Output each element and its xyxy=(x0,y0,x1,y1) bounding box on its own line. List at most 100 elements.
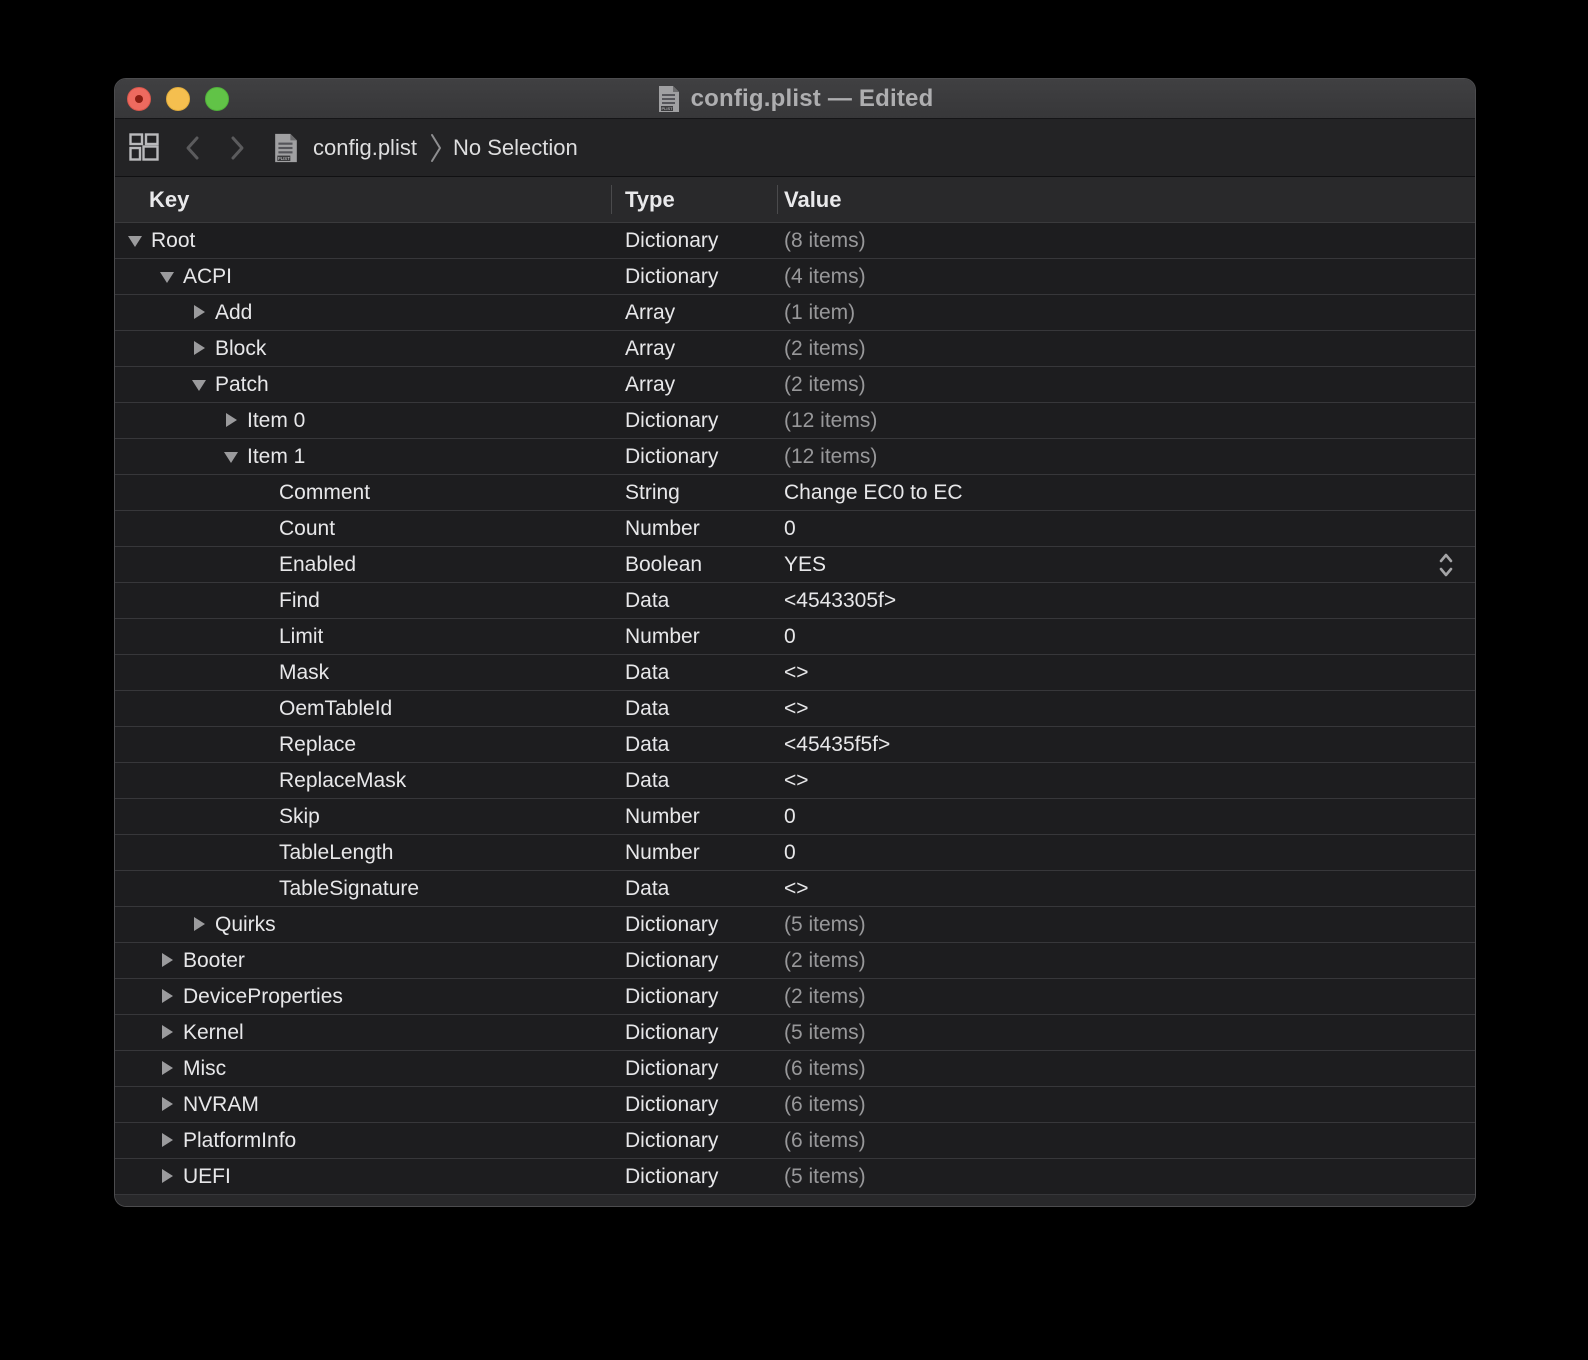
row-type-cell[interactable]: Data xyxy=(611,691,777,726)
row-value-cell[interactable]: (5 items) xyxy=(777,907,1475,942)
row-type-cell[interactable]: Dictionary xyxy=(611,259,777,294)
row-value-cell[interactable]: (4 items) xyxy=(777,259,1475,294)
disclosure-triangle-icon[interactable] xyxy=(160,1133,175,1148)
related-items-button[interactable] xyxy=(129,133,159,163)
table-row[interactable]: Skip Number 0 xyxy=(115,799,1475,835)
table-row[interactable]: Kernel Dictionary (5 items) xyxy=(115,1015,1475,1051)
row-value-cell[interactable]: (8 items) xyxy=(777,223,1475,258)
disclosure-triangle-icon[interactable] xyxy=(224,449,239,464)
table-row[interactable]: Block Array (2 items) xyxy=(115,331,1475,367)
row-type-cell[interactable]: String xyxy=(611,475,777,510)
row-value-cell[interactable]: 0 xyxy=(777,619,1475,654)
table-row[interactable]: TableSignature Data <> xyxy=(115,871,1475,907)
titlebar[interactable]: PLIST config.plist — Edited xyxy=(115,79,1475,119)
row-value-cell[interactable]: (5 items) xyxy=(777,1015,1475,1050)
row-type-cell[interactable]: Dictionary xyxy=(611,1159,777,1194)
row-value-cell[interactable]: <> xyxy=(777,655,1475,690)
row-type-cell[interactable]: Number xyxy=(611,619,777,654)
row-value-cell[interactable]: (6 items) xyxy=(777,1087,1475,1122)
breadcrumb-selection[interactable]: No Selection xyxy=(453,135,578,161)
table-row[interactable]: Enabled Boolean YES xyxy=(115,547,1475,583)
table-row[interactable]: ACPI Dictionary (4 items) xyxy=(115,259,1475,295)
row-value-cell[interactable]: <45435f5f> xyxy=(777,727,1475,762)
disclosure-triangle-icon[interactable] xyxy=(160,989,175,1004)
disclosure-triangle-icon[interactable] xyxy=(160,1169,175,1184)
table-row[interactable]: Limit Number 0 xyxy=(115,619,1475,655)
disclosure-triangle-icon[interactable] xyxy=(160,269,175,284)
table-row[interactable]: DeviceProperties Dictionary (2 items) xyxy=(115,979,1475,1015)
table-row[interactable]: Booter Dictionary (2 items) xyxy=(115,943,1475,979)
row-type-cell[interactable]: Data xyxy=(611,763,777,798)
disclosure-triangle-icon[interactable] xyxy=(160,1097,175,1112)
table-row[interactable]: Root Dictionary (8 items) xyxy=(115,223,1475,259)
table-row[interactable]: TableLength Number 0 xyxy=(115,835,1475,871)
column-header-value[interactable]: Value xyxy=(777,177,1475,222)
row-type-cell[interactable]: Boolean xyxy=(611,547,777,582)
disclosure-triangle-icon[interactable] xyxy=(192,341,207,356)
disclosure-triangle-icon[interactable] xyxy=(224,413,239,428)
row-value-cell[interactable]: YES xyxy=(777,547,1475,582)
disclosure-triangle-icon[interactable] xyxy=(192,305,207,320)
table-row[interactable]: Mask Data <> xyxy=(115,655,1475,691)
row-type-cell[interactable]: Dictionary xyxy=(611,223,777,258)
row-type-cell[interactable]: Data xyxy=(611,727,777,762)
row-type-cell[interactable]: Dictionary xyxy=(611,907,777,942)
row-value-cell[interactable]: (5 items) xyxy=(777,1159,1475,1194)
row-value-cell[interactable]: (2 items) xyxy=(777,943,1475,978)
breadcrumb-file[interactable]: config.plist xyxy=(313,135,417,161)
table-row[interactable]: PlatformInfo Dictionary (6 items) xyxy=(115,1123,1475,1159)
close-button-edited-dot[interactable] xyxy=(127,87,151,111)
row-type-cell[interactable]: Array xyxy=(611,367,777,402)
row-value-cell[interactable]: (6 items) xyxy=(777,1123,1475,1158)
row-value-cell[interactable]: (6 items) xyxy=(777,1051,1475,1086)
zoom-button[interactable] xyxy=(205,87,229,111)
row-type-cell[interactable]: Dictionary xyxy=(611,1015,777,1050)
table-row[interactable]: Comment String Change EC0 to EC xyxy=(115,475,1475,511)
row-value-cell[interactable]: Change EC0 to EC xyxy=(777,475,1475,510)
row-value-cell[interactable]: (12 items) xyxy=(777,403,1475,438)
back-button[interactable] xyxy=(183,134,203,162)
row-type-cell[interactable]: Dictionary xyxy=(611,1051,777,1086)
table-row[interactable]: Quirks Dictionary (5 items) xyxy=(115,907,1475,943)
minimize-button[interactable] xyxy=(166,87,190,111)
disclosure-triangle-icon[interactable] xyxy=(160,1025,175,1040)
table-row[interactable]: OemTableId Data <> xyxy=(115,691,1475,727)
row-value-cell[interactable]: (1 item) xyxy=(777,295,1475,330)
table-row[interactable]: Misc Dictionary (6 items) xyxy=(115,1051,1475,1087)
table-row[interactable]: Patch Array (2 items) xyxy=(115,367,1475,403)
row-value-cell[interactable]: 0 xyxy=(777,511,1475,546)
row-type-cell[interactable]: Array xyxy=(611,295,777,330)
table-row[interactable]: NVRAM Dictionary (6 items) xyxy=(115,1087,1475,1123)
row-type-cell[interactable]: Dictionary xyxy=(611,1123,777,1158)
column-header-type[interactable]: Type xyxy=(611,177,777,222)
row-value-cell[interactable]: <> xyxy=(777,763,1475,798)
row-value-cell[interactable]: (2 items) xyxy=(777,331,1475,366)
row-value-cell[interactable]: <> xyxy=(777,871,1475,906)
row-type-cell[interactable]: Dictionary xyxy=(611,979,777,1014)
table-row[interactable]: Item 0 Dictionary (12 items) xyxy=(115,403,1475,439)
table-row[interactable]: UEFI Dictionary (5 items) xyxy=(115,1159,1475,1195)
row-type-cell[interactable]: Dictionary xyxy=(611,1087,777,1122)
row-type-cell[interactable]: Number xyxy=(611,511,777,546)
forward-button[interactable] xyxy=(227,134,247,162)
row-type-cell[interactable]: Dictionary xyxy=(611,403,777,438)
disclosure-triangle-icon[interactable] xyxy=(192,917,207,932)
up-down-stepper-icon[interactable] xyxy=(1438,550,1454,580)
row-type-cell[interactable]: Number xyxy=(611,799,777,834)
table-row[interactable]: Item 1 Dictionary (12 items) xyxy=(115,439,1475,475)
row-value-cell[interactable]: <4543305f> xyxy=(777,583,1475,618)
table-row[interactable]: Find Data <4543305f> xyxy=(115,583,1475,619)
row-value-cell[interactable]: (2 items) xyxy=(777,979,1475,1014)
row-type-cell[interactable]: Data xyxy=(611,871,777,906)
row-type-cell[interactable]: Dictionary xyxy=(611,439,777,474)
row-value-cell[interactable]: <> xyxy=(777,691,1475,726)
table-row[interactable]: Add Array (1 item) xyxy=(115,295,1475,331)
row-type-cell[interactable]: Dictionary xyxy=(611,943,777,978)
disclosure-triangle-icon[interactable] xyxy=(160,953,175,968)
row-type-cell[interactable]: Data xyxy=(611,655,777,690)
row-value-cell[interactable]: (2 items) xyxy=(777,367,1475,402)
row-value-cell[interactable]: (12 items) xyxy=(777,439,1475,474)
row-value-cell[interactable]: 0 xyxy=(777,799,1475,834)
table-row[interactable]: ReplaceMask Data <> xyxy=(115,763,1475,799)
table-row[interactable]: Replace Data <45435f5f> xyxy=(115,727,1475,763)
